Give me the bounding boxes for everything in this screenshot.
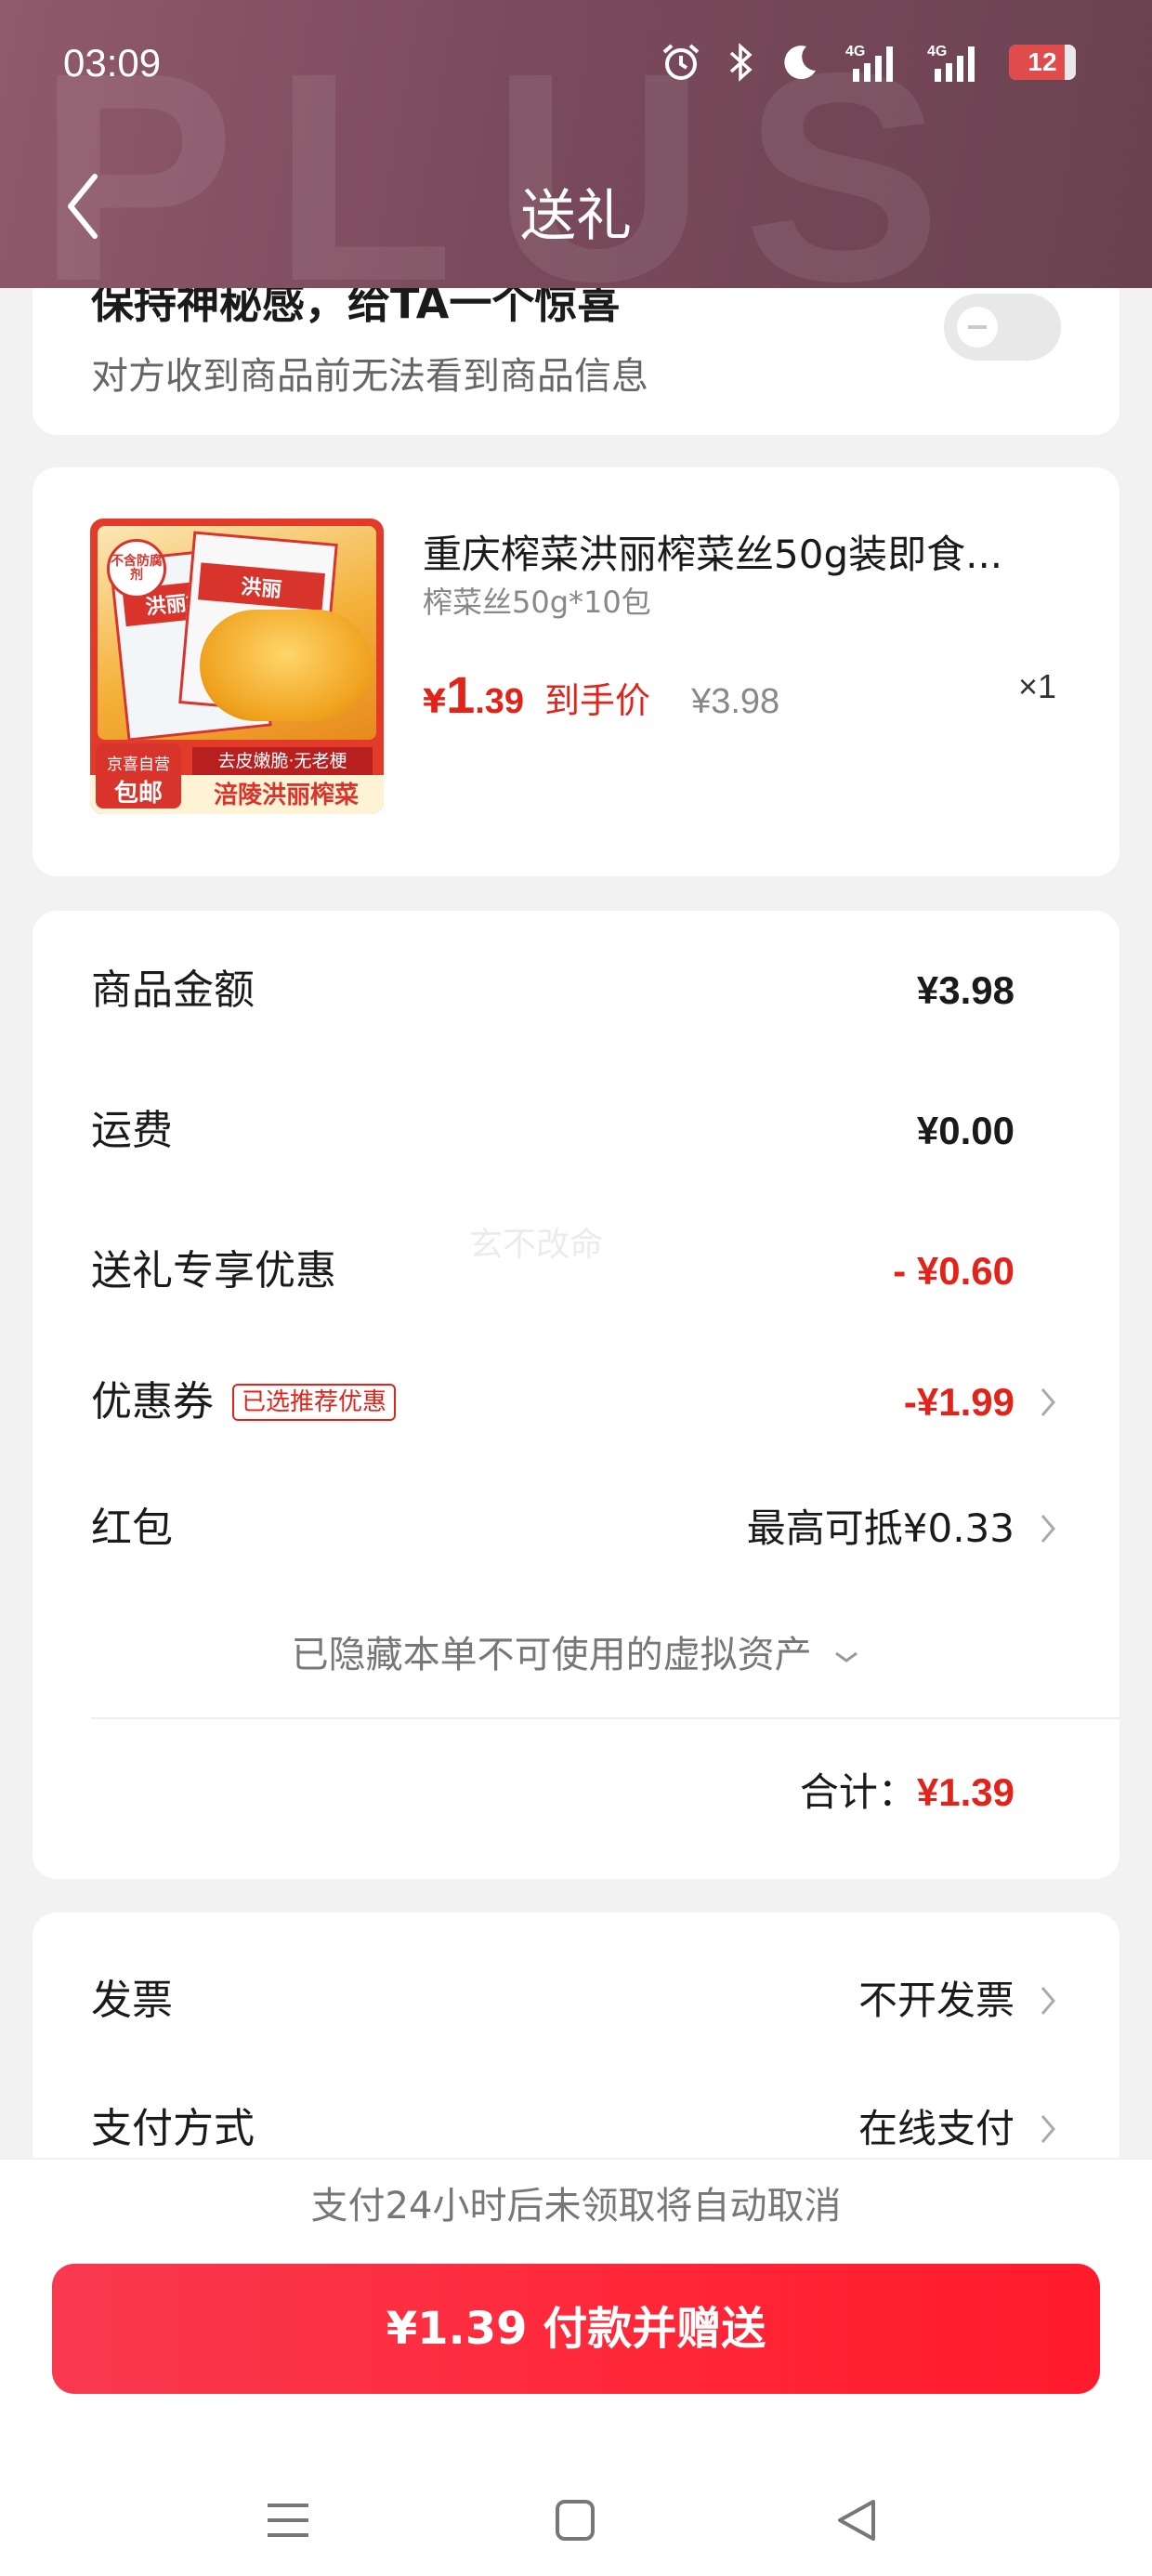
- alarm-icon: [662, 44, 700, 80]
- coupon-value: -¥1.99: [903, 1380, 1015, 1424]
- surprise-toggle[interactable]: [944, 294, 1061, 361]
- product-image[interactable]: 洪丽榨菜 洪丽 不含防腐剂 去皮嫩脆·无老梗 涪陵洪丽榨菜 京喜自营 包邮: [90, 519, 384, 814]
- badge-line1: 京喜自营: [107, 756, 170, 774]
- page-title: 送礼: [520, 184, 632, 249]
- bottom-area: ¥1.39 付款并赠送: [0, 2253, 1152, 2576]
- chevron-right-icon: [1041, 2115, 1055, 2143]
- image-ribbon: 去皮嫩脆·无老梗: [192, 747, 373, 775]
- pay-and-gift-button[interactable]: ¥1.39 付款并赠送: [52, 2264, 1100, 2394]
- invoice-row[interactable]: 发票 不开发票: [91, 1964, 1061, 2038]
- total-amount: ¥1.39: [916, 1770, 1015, 1814]
- coupon-tag: 已选推荐优惠: [232, 1384, 397, 1421]
- chevron-right-icon: [1041, 1987, 1055, 2015]
- status-icons: 4G 4G 12: [660, 41, 1076, 84]
- goods-amount-value: ¥3.98: [916, 968, 1015, 1012]
- menu-icon[interactable]: [251, 2483, 325, 2557]
- price-integer: 1: [446, 665, 476, 724]
- network-label-1: 4G: [845, 44, 865, 59]
- image-footer-text: 涪陵洪丽榨菜: [213, 782, 359, 809]
- gift-discount-label: 送礼专享优惠: [91, 1247, 336, 1295]
- fee-summary-card: 玄不改命 商品金额 ¥3.98 运费 ¥0.00 送礼专享优惠 - ¥0.60 …: [33, 911, 1119, 1879]
- pickle-graphic: [200, 610, 372, 721]
- quantity: ×1: [1017, 667, 1056, 705]
- divider: [91, 1717, 1119, 1719]
- auto-cancel-notice: 支付24小时后未领取将自动取消: [0, 2158, 1152, 2254]
- image-badge: 京喜自营 包邮: [96, 743, 181, 808]
- payment-method-label: 支付方式: [91, 2105, 255, 2152]
- price-symbol: ¥: [423, 683, 447, 721]
- moon-icon: [784, 46, 816, 80]
- home-square-icon[interactable]: [537, 2483, 611, 2557]
- coupon-label: 优惠券: [91, 1378, 214, 1426]
- back-triangle-icon[interactable]: [819, 2483, 894, 2557]
- payment-method-value: 在线支付: [857, 2106, 1015, 2151]
- gift-discount-row: 送礼专享优惠 - ¥0.60: [91, 1234, 1061, 1308]
- surprise-description: 对方收到商品前无法看到商品信息: [91, 355, 648, 398]
- total-row: 合计：¥1.39: [800, 1761, 1015, 1818]
- coupon-row[interactable]: 优惠券 已选推荐优惠 -¥1.99: [91, 1365, 1061, 1439]
- badge-line2: 包邮: [113, 780, 163, 808]
- red-packet-label: 红包: [91, 1505, 173, 1552]
- red-packet-row[interactable]: 红包 最高可抵¥0.33: [91, 1492, 1061, 1566]
- invoice-label: 发票: [91, 1977, 173, 2024]
- price-label: 到手价: [544, 680, 651, 721]
- product-card[interactable]: 洪丽榨菜 洪丽 不含防腐剂 去皮嫩脆·无老梗 涪陵洪丽榨菜 京喜自营 包邮 重庆…: [33, 467, 1119, 876]
- price-decimal: .39: [475, 682, 525, 721]
- top-header: PLUS 03:09 4G 4G 12 送礼: [0, 0, 1152, 288]
- coupon-label-wrap: 优惠券 已选推荐优惠: [91, 1365, 397, 1439]
- no-additive-tag: 不含防腐剂: [107, 539, 166, 598]
- hidden-assets-text: 已隐藏本单不可使用的虚拟资产: [291, 1634, 812, 1676]
- signal-4g-icon: 4G: [845, 44, 893, 82]
- gift-discount-value: - ¥0.60: [893, 1249, 1015, 1293]
- network-label-2: 4G: [927, 44, 947, 59]
- signal-4g-icon: 4G: [927, 44, 975, 82]
- shipping-row: 运费 ¥0.00: [91, 1094, 1061, 1168]
- toggle-knob: [957, 307, 998, 348]
- price-row: ¥ 1 .39 到手价 ¥3.98: [423, 664, 779, 725]
- red-packet-value: 最高可抵¥0.33: [746, 1505, 1015, 1551]
- product-spec: 榨菜丝50g*10包: [423, 585, 651, 620]
- goods-amount-row: 商品金额 ¥3.98: [91, 953, 1061, 1028]
- chevron-right-icon: [1041, 1515, 1055, 1543]
- invoice-value: 不开发票: [857, 1978, 1015, 2023]
- shipping-label: 运费: [91, 1107, 173, 1154]
- total-label: 合计：: [799, 1769, 917, 1815]
- shipping-value: ¥0.00: [916, 1109, 1015, 1152]
- original-price: ¥3.98: [691, 682, 780, 721]
- battery-icon: 12: [1009, 45, 1076, 80]
- battery-level: 12: [1028, 47, 1057, 76]
- chevron-right-icon: [1041, 1388, 1055, 1416]
- hidden-assets-toggle[interactable]: 已隐藏本单不可使用的虚拟资产: [33, 1624, 1119, 1678]
- status-time: 03:09: [63, 41, 162, 85]
- product-name[interactable]: 重庆榨菜洪丽榨菜丝50g装即食...: [423, 523, 1073, 580]
- bluetooth-icon: [729, 43, 753, 82]
- payment-method-row[interactable]: 支付方式 在线支付: [91, 2092, 1061, 2166]
- goods-amount-label: 商品金额: [91, 966, 255, 1014]
- system-navbar: [0, 2483, 1152, 2557]
- package-brand: 洪丽: [197, 562, 325, 611]
- chevron-down-icon: [835, 1651, 858, 1663]
